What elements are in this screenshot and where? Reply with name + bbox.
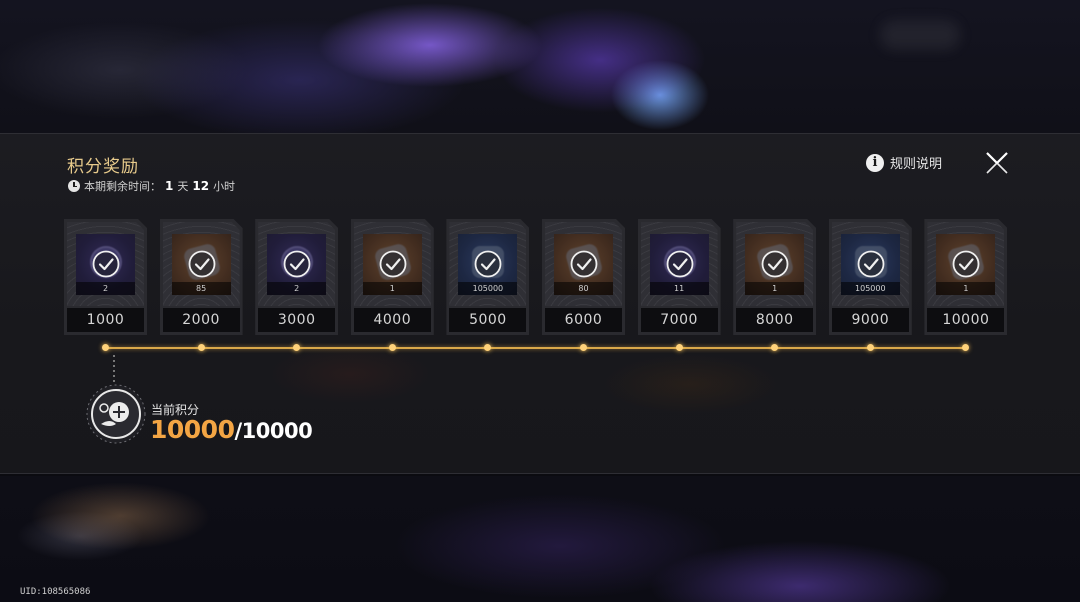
blue-crystal-item: 85	[171, 234, 231, 295]
progress-node	[102, 344, 109, 351]
reward-card[interactable]: 1 8000	[733, 219, 817, 335]
current-points-value: 10000	[150, 415, 235, 444]
timer-days-unit: 天	[177, 180, 189, 193]
reward-card[interactable]: 1 10000	[924, 219, 1008, 335]
blue-crate-item: 105000	[840, 234, 900, 295]
max-points-value: /10000	[234, 419, 313, 443]
reward-score: 8000	[736, 308, 814, 332]
progress-node	[580, 344, 587, 351]
reward-quantity: 85	[171, 282, 231, 295]
gold-scroll-item: 11	[649, 234, 709, 295]
reward-card[interactable]: 105000 5000	[446, 219, 530, 335]
reward-quantity: 80	[554, 282, 613, 295]
timer-hours-unit: 小时	[213, 180, 236, 193]
claimed-check-icon	[952, 250, 980, 278]
reward-quantity: 2	[267, 282, 327, 295]
timer-label: 本期剩余时间：	[84, 180, 161, 193]
reward-score: 4000	[353, 308, 431, 332]
reward-score: 6000	[545, 308, 622, 332]
points-reward-panel: 积分奖励 本期剩余时间： 1 天 12 小时 i 规则说明 2 1000 85 200…	[0, 133, 1080, 474]
progress-node	[293, 344, 301, 351]
progress-node	[197, 344, 205, 351]
clock-icon	[68, 180, 80, 192]
reward-score: 2000	[162, 308, 240, 332]
progress-node	[771, 344, 779, 351]
progress-track	[105, 347, 966, 349]
reward-score: 7000	[640, 308, 718, 332]
panel-title: 积分奖励	[67, 157, 139, 177]
reward-quantity: 11	[649, 282, 709, 295]
info-icon: i	[866, 153, 884, 172]
blurred-background-bottom	[0, 476, 1080, 602]
brown-box-item: 1	[745, 234, 805, 295]
reward-card[interactable]: 105000 9000	[828, 219, 912, 335]
rules-button[interactable]: i 规则说明	[866, 153, 942, 172]
reward-score: 5000	[449, 308, 527, 332]
progress-node	[675, 344, 683, 351]
current-points: 10000/10000	[150, 415, 313, 444]
reward-card[interactable]: 2 3000	[255, 219, 339, 335]
reward-card[interactable]: 85 2000	[159, 219, 243, 335]
claimed-check-icon	[474, 250, 502, 278]
reward-card[interactable]: 2 1000	[64, 219, 147, 335]
reward-quantity: 105000	[840, 282, 900, 295]
reward-score: 3000	[258, 308, 336, 332]
timer-hours: 12	[192, 179, 210, 193]
reward-list: 2 1000 85 2000 2 3000 1 4000 105000 5000 80 6000 11 7…	[0, 219, 1080, 335]
blue-crate-item: 105000	[458, 234, 518, 295]
blurred-background-top	[0, 0, 1080, 133]
purple-orb-item: 2	[76, 234, 135, 295]
reward-card[interactable]: 80 6000	[542, 219, 625, 335]
claimed-check-icon	[666, 250, 693, 278]
reward-quantity: 1	[936, 282, 996, 295]
reward-quantity: 2	[76, 282, 135, 295]
progress-node	[866, 344, 874, 351]
reward-score: 10000	[927, 308, 1005, 332]
close-icon[interactable]	[985, 151, 1009, 175]
claimed-check-icon	[761, 250, 789, 278]
gem-pile-item: 1	[936, 234, 996, 295]
purple-orb-item: 2	[267, 234, 327, 295]
reward-quantity: 1	[362, 282, 422, 295]
claimed-check-icon	[283, 250, 311, 278]
reward-card[interactable]: 11 7000	[637, 219, 721, 335]
reward-quantity: 1	[745, 282, 805, 295]
progress-node	[484, 344, 492, 351]
rules-label: 规则说明	[890, 157, 943, 172]
reward-score: 1000	[67, 308, 144, 332]
progress-node	[962, 344, 970, 351]
metal-box-item: 1	[362, 234, 422, 295]
remaining-time: 本期剩余时间： 1 天 12 小时	[68, 178, 235, 194]
claimed-check-icon	[857, 250, 885, 278]
reward-quantity: 105000	[458, 282, 518, 295]
claimed-check-icon	[92, 250, 120, 278]
user-id: UID:108565086	[20, 587, 91, 597]
reward-score: 9000	[831, 308, 909, 332]
claimed-check-icon	[570, 250, 598, 278]
progress-node	[388, 344, 396, 351]
reward-card[interactable]: 1 4000	[350, 219, 434, 335]
points-avatar-icon	[86, 384, 146, 444]
claimed-check-icon	[379, 250, 407, 278]
timer-days: 1	[165, 179, 174, 193]
claimed-check-icon	[188, 250, 215, 278]
progress-pointer	[113, 355, 115, 385]
blue-crystal-item: 80	[554, 234, 613, 295]
